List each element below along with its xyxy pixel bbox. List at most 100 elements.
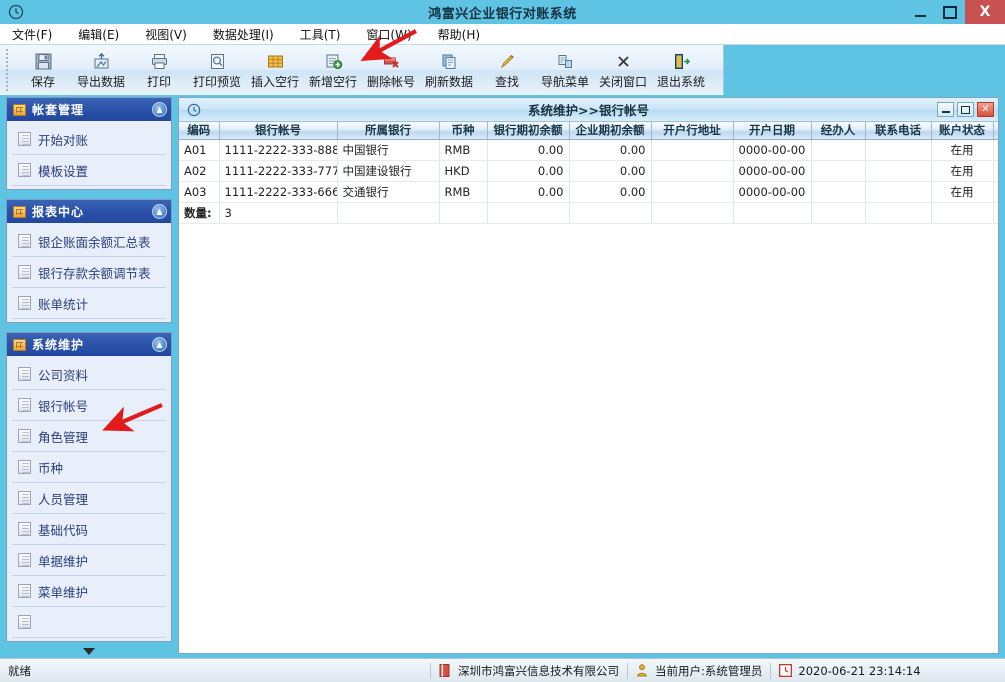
sidebar-item-currency[interactable]: 币种 <box>12 452 166 483</box>
panel-header[interactable]: 帐套管理 ▲ <box>7 98 171 121</box>
cell-bank-account[interactable]: 1111-2222-333-666 <box>219 181 338 203</box>
minimize-button[interactable] <box>905 0 935 24</box>
maximize-button[interactable] <box>935 0 965 24</box>
toolbar-export[interactable]: 导出数据 <box>72 45 130 95</box>
document-maximize-button[interactable] <box>957 102 974 117</box>
toolbar-add-row[interactable]: 新增空行 <box>304 45 362 95</box>
cell-bank-opening-balance[interactable]: 0.00 <box>487 160 570 182</box>
sidebar-item-company-info[interactable]: 公司资料 <box>12 359 166 390</box>
sidebar-item-bank-deposit-reconciliation[interactable]: 银行存款余额调节表 <box>12 257 166 288</box>
cell-currency[interactable]: HKD <box>439 160 488 182</box>
col-enterprise-opening-balance[interactable]: 企业期初余额 <box>569 122 652 140</box>
toolbar-nav-menu[interactable]: 导航菜单 <box>536 45 594 95</box>
col-code[interactable]: 编码 <box>179 122 220 140</box>
table-row[interactable]: A02 1111-2222-333-777 中国建设银行 HKD 0.00 0.… <box>179 160 998 182</box>
cell-bank-name[interactable]: 中国银行 <box>337 139 440 161</box>
col-bank-opening-balance[interactable]: 银行期初余额 <box>487 122 570 140</box>
sidebar-item-role-management[interactable]: 角色管理 <box>12 421 166 452</box>
menu-tools[interactable]: 工具(T) <box>298 24 353 45</box>
document-minimize-button[interactable] <box>937 102 954 117</box>
panel-header[interactable]: 系统维护 ▲ <box>7 333 171 356</box>
sidebar-item-template-settings[interactable]: 模板设置 <box>12 155 166 186</box>
col-phone[interactable]: 联系电话 <box>865 122 932 140</box>
sidebar-item-menu-maintenance[interactable]: 菜单维护 <box>12 576 166 607</box>
cell-branch-address[interactable] <box>651 139 734 161</box>
cell-enterprise-opening-balance[interactable]: 0.00 <box>569 160 652 182</box>
toolbar-print[interactable]: 打印 <box>130 45 188 95</box>
cell-currency[interactable]: RMB <box>439 139 488 161</box>
cell-enterprise-opening-balance[interactable]: 0.00 <box>569 139 652 161</box>
cell-bank-account[interactable]: 1111-2222-333-888 <box>219 139 338 161</box>
sidebar-item-bank-enterprise-balance-summary[interactable]: 银企账面余额汇总表 <box>12 226 166 257</box>
page-icon <box>18 522 31 536</box>
menu-help[interactable]: 帮助(H) <box>436 24 492 45</box>
cell-code[interactable]: A02 <box>179 160 220 182</box>
cell-account-status[interactable]: 在用 <box>931 181 994 203</box>
cell-account-status[interactable]: 在用 <box>931 139 994 161</box>
toolbar-close-window[interactable]: 关闭窗口 <box>594 45 652 95</box>
cell-account-status[interactable]: 在用 <box>931 160 994 182</box>
cell-handler[interactable] <box>811 139 866 161</box>
cell-extra[interactable] <box>993 139 998 161</box>
toolbar-insert-row[interactable]: 插入空行 <box>246 45 304 95</box>
cell-extra[interactable] <box>993 160 998 182</box>
cell-handler[interactable] <box>811 181 866 203</box>
toolbar-save[interactable]: 保存 <box>14 45 72 95</box>
sidebar-item-start-reconciliation[interactable]: 开始对账 <box>12 124 166 155</box>
cell-extra[interactable] <box>993 181 998 203</box>
cell-phone[interactable] <box>865 181 932 203</box>
cell-phone[interactable] <box>865 139 932 161</box>
menu-data-processing[interactable]: 数据处理(I) <box>211 24 286 45</box>
cell-open-date[interactable]: 0000-00-00 <box>733 139 812 161</box>
menu-window[interactable]: 窗口(W) <box>364 24 423 45</box>
toolbar-delete-account[interactable]: 删除帐号 <box>362 45 420 95</box>
sidebar-item-partially-visible[interactable] <box>12 607 166 638</box>
chevron-up-icon[interactable]: ▲ <box>152 337 167 352</box>
sidebar-item-bank-account[interactable]: 银行帐号 <box>12 390 166 421</box>
cell-code[interactable]: A01 <box>179 139 220 161</box>
menu-edit[interactable]: 编辑(E) <box>76 24 131 45</box>
sidebar-item-statement-statistics[interactable]: 账单统计 <box>12 288 166 319</box>
cell-open-date[interactable]: 0000-00-00 <box>733 160 812 182</box>
cell-bank-opening-balance[interactable]: 0.00 <box>487 139 570 161</box>
chevron-up-icon[interactable]: ▲ <box>152 204 167 219</box>
cell-bank-account[interactable]: 1111-2222-333-777 <box>219 160 338 182</box>
cell-handler[interactable] <box>811 160 866 182</box>
document-close-button[interactable]: ✕ <box>977 102 994 117</box>
col-extra[interactable]: ... <box>993 122 998 140</box>
cell-code[interactable]: A03 <box>179 181 220 203</box>
toolbar-search[interactable]: 查找 <box>478 45 536 95</box>
panel-header[interactable]: 报表中心 ▲ <box>7 200 171 223</box>
col-currency[interactable]: 币种 <box>439 122 488 140</box>
cell-branch-address[interactable] <box>651 160 734 182</box>
document-window: 系统维护>>银行帐号 ✕ 编码 银行帐号 所属银行 币种 银行期初余额 企业期初… <box>178 97 999 654</box>
table-row[interactable]: A01 1111-2222-333-888 中国银行 RMB 0.00 0.00… <box>179 139 998 161</box>
sidebar-item-basic-code[interactable]: 基础代码 <box>12 514 166 545</box>
col-account-status[interactable]: 账户状态 <box>931 122 994 140</box>
chevron-up-icon[interactable]: ▲ <box>152 102 167 117</box>
toolbar-print-preview[interactable]: 打印预览 <box>188 45 246 95</box>
toolbar-refresh[interactable]: 刷新数据 <box>420 45 478 95</box>
cell-enterprise-opening-balance[interactable]: 0.00 <box>569 181 652 203</box>
cell-branch-address[interactable] <box>651 181 734 203</box>
cell-currency[interactable]: RMB <box>439 181 488 203</box>
menu-view[interactable]: 视图(V) <box>143 24 199 45</box>
col-handler[interactable]: 经办人 <box>811 122 866 140</box>
toolbar-grip[interactable] <box>4 49 11 91</box>
table-row[interactable]: A03 1111-2222-333-666 交通银行 RMB 0.00 0.00… <box>179 181 998 203</box>
col-open-date[interactable]: 开户日期 <box>733 122 812 140</box>
cell-phone[interactable] <box>865 160 932 182</box>
col-branch-address[interactable]: 开户行地址 <box>651 122 734 140</box>
toolbar-exit[interactable]: 退出系统 <box>652 45 710 95</box>
sidebar-item-document-maintenance[interactable]: 单据维护 <box>12 545 166 576</box>
cell-open-date[interactable]: 0000-00-00 <box>733 181 812 203</box>
sidebar-item-personnel-management[interactable]: 人员管理 <box>12 483 166 514</box>
close-button[interactable]: X <box>965 0 1005 24</box>
col-bank-account[interactable]: 银行帐号 <box>219 122 338 140</box>
cell-bank-opening-balance[interactable]: 0.00 <box>487 181 570 203</box>
cell-bank-name[interactable]: 交通银行 <box>337 181 440 203</box>
menu-file[interactable]: 文件(F) <box>10 24 64 45</box>
col-bank-name[interactable]: 所属银行 <box>337 122 440 140</box>
cell-bank-name[interactable]: 中国建设银行 <box>337 160 440 182</box>
sidebar-scroll-down[interactable] <box>6 644 172 658</box>
